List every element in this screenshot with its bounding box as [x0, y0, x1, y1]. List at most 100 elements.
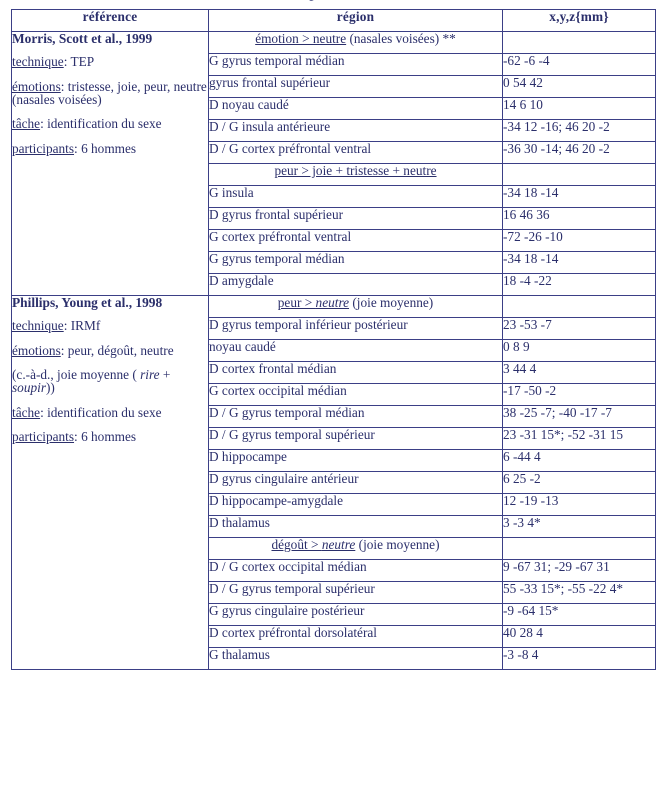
reference-detail: technique: IRMf [12, 319, 208, 332]
coordinates-cell: 23 -31 15*; -52 -31 15 [502, 427, 656, 450]
coordinates-cell: 16 46 36 [502, 207, 656, 230]
coordinates-cell: 12 -19 -13 [502, 493, 656, 516]
region-cell: D gyrus frontal supérieur [208, 207, 503, 230]
region-cell: D / G gyrus temporal supérieur [208, 581, 503, 604]
coordinates-cell: -72 -26 -10 [502, 229, 656, 252]
contrast-label: peur > neutre (joie moyenne) [278, 295, 433, 310]
region-cell: D hippocampe [208, 449, 503, 472]
reference-detail-label: tâche [12, 404, 41, 420]
reference-detail: émotions: tristesse, joie, peur, neutre … [12, 79, 208, 107]
coordinates-cell: 0 54 42 [502, 75, 656, 98]
coordinates-cell: -34 12 -16; 46 20 -2 [502, 119, 656, 142]
table-row: Morris, Scott et al., 1999 technique: TEP… [11, 31, 656, 296]
coordinates-cell: 55 -33 15*; -55 -22 4* [502, 581, 656, 604]
contrast-suffix: (nasales voisées) ** [346, 31, 456, 46]
region-cell: D / G gyrus temporal médian [208, 405, 503, 428]
reference-detail-separator: : [63, 318, 71, 334]
contrast-header-cell: peur > joie + tristesse + neutre [208, 163, 503, 186]
region-cell: G gyrus temporal médian [208, 53, 503, 76]
coordinates-cell: 18 -4 -22 [502, 273, 656, 296]
reference-detail: tâche: identification du sexe [12, 117, 208, 130]
coordinates-cell: -34 18 -14 [502, 251, 656, 274]
region-cell: gyrus frontal supérieur [208, 75, 503, 98]
reference-detail-separator: : [74, 140, 82, 156]
coordinates-cell: -3 -8 4 [502, 647, 656, 670]
contrast-header-cell: émotion > neutre (nasales voisées) ** [208, 31, 503, 54]
reference-detail-value: IRMf [70, 318, 101, 334]
scanned-page: Tableau 3 : études sur la prosodie émoti… [0, 0, 666, 796]
coordinates-cell: -17 -50 -2 [502, 383, 656, 406]
region-cell: D gyrus temporal inférieur postérieur [208, 317, 503, 340]
contrast-comparison: peur > neutre [277, 295, 350, 310]
reference-detail-label: participants [12, 428, 75, 444]
coordinates-cell: 0 8 9 [502, 339, 656, 362]
contrast-comparison: peur > joie + tristesse + neutre [274, 163, 437, 178]
coordinates-cell: 6 -44 4 [502, 449, 656, 472]
reference-citation: Phillips, Young et al., 1998 [12, 295, 163, 310]
coordinates-cell: -9 -64 15* [502, 603, 656, 626]
region-cell: G cortex occipital médian [208, 383, 503, 406]
contrast-comparison: émotion > neutre [255, 31, 347, 46]
reference-detail: (c.-à-d., joie moyenne ( rire + soupir)) [12, 368, 208, 395]
coordinates-cell: -36 30 -14; 46 20 -2 [502, 141, 656, 164]
reference-detail: participants: 6 hommes [12, 430, 208, 443]
region-cell: G gyrus temporal médian [208, 251, 503, 274]
reference-detail-value: 6 hommes [81, 428, 137, 444]
region-cell: D / G cortex occipital médian [208, 559, 503, 582]
region-cell: D gyrus cingulaire antérieur [208, 471, 503, 494]
region-cell: D / G gyrus temporal supérieur [208, 427, 503, 450]
table-head: référence région x,y,z{mm} [11, 9, 656, 32]
region-cell: D cortex préfrontal dorsolatéral [208, 625, 503, 648]
reference-detail-separator: : [60, 342, 68, 358]
coordinates-cell: 38 -25 -7; -40 -17 -7 [502, 405, 656, 428]
region-cell: G insula [208, 185, 503, 208]
column-header-region: région [208, 9, 503, 32]
reference-detail-label: technique [12, 318, 64, 334]
reference-citation: Morris, Scott et al., 1999 [12, 31, 153, 46]
cut-off-heading: Tableau 3 : études sur la prosodie émoti… [150, 0, 530, 7]
reference-detail: émotions: peur, dégoût, neutre [12, 344, 208, 357]
coordinates-cell: 6 25 -2 [502, 471, 656, 494]
region-cell: D / G insula antérieure [208, 119, 503, 142]
contrast-label: émotion > neutre (nasales voisées) ** [255, 31, 456, 46]
region-cell: noyau caudé [208, 339, 503, 362]
reference-detail-separator: : [74, 428, 82, 444]
coordinates-cell: 23 -53 -7 [502, 317, 656, 340]
column-header-coordinates: x,y,z{mm} [502, 9, 656, 32]
coordinates-cell-empty [502, 163, 656, 186]
region-cell: D hippocampe-amygdale [208, 493, 503, 516]
contrast-suffix: (joie moyenne) [355, 537, 440, 552]
coordinates-cell: 14 6 10 [502, 97, 656, 120]
contrast-comparison-emphasis: neutre [321, 537, 356, 552]
table-row: Phillips, Young et al., 1998 technique: I… [11, 295, 656, 670]
contrast-label: dégoût > neutre (joie moyenne) [271, 537, 439, 552]
region-cell: D thalamus [208, 515, 503, 538]
reference-detail: technique: TEP [12, 55, 208, 68]
region-cell: D cortex frontal médian [208, 361, 503, 384]
results-table: référence région x,y,z{mm} Morris, Scott… [11, 9, 656, 670]
contrast-label: peur > joie + tristesse + neutre [274, 163, 436, 178]
region-cell: G thalamus [208, 647, 503, 670]
reference-detail-label: participants [12, 140, 75, 156]
reference-detail: participants: 6 hommes [12, 140, 208, 156]
reference-detail-label: tâche [12, 116, 41, 132]
table-header-row: référence région x,y,z{mm} [11, 9, 656, 32]
reference-detail-value: identification du sexe [47, 116, 162, 132]
reference-cell: Phillips, Young et al., 1998 technique: I… [11, 295, 209, 670]
contrast-header-cell: dégoût > neutre (joie moyenne) [208, 537, 503, 560]
region-cell: D noyau caudé [208, 97, 503, 120]
reference-detail-emphasis: soupir [12, 380, 46, 396]
coordinates-cell: 3 -3 4* [502, 515, 656, 538]
region-cell: D amygdale [208, 273, 503, 296]
contrast-comparison: dégoût > neutre [271, 537, 356, 552]
coordinates-cell: 3 44 4 [502, 361, 656, 384]
reference-detail: tâche: identification du sexe [12, 404, 208, 420]
reference-detail-value: peur, dégoût, neutre [67, 342, 174, 358]
table-body: Morris, Scott et al., 1999 technique: TEP… [11, 31, 656, 670]
contrast-suffix: (joie moyenne) [349, 295, 434, 310]
reference-detail-value: 6 hommes [81, 140, 137, 156]
coordinates-cell: -34 18 -14 [502, 185, 656, 208]
coordinates-cell: -62 -6 -4 [502, 53, 656, 76]
coordinates-cell: 40 28 4 [502, 625, 656, 648]
coordinates-cell: 9 -67 31; -29 -67 31 [502, 559, 656, 582]
